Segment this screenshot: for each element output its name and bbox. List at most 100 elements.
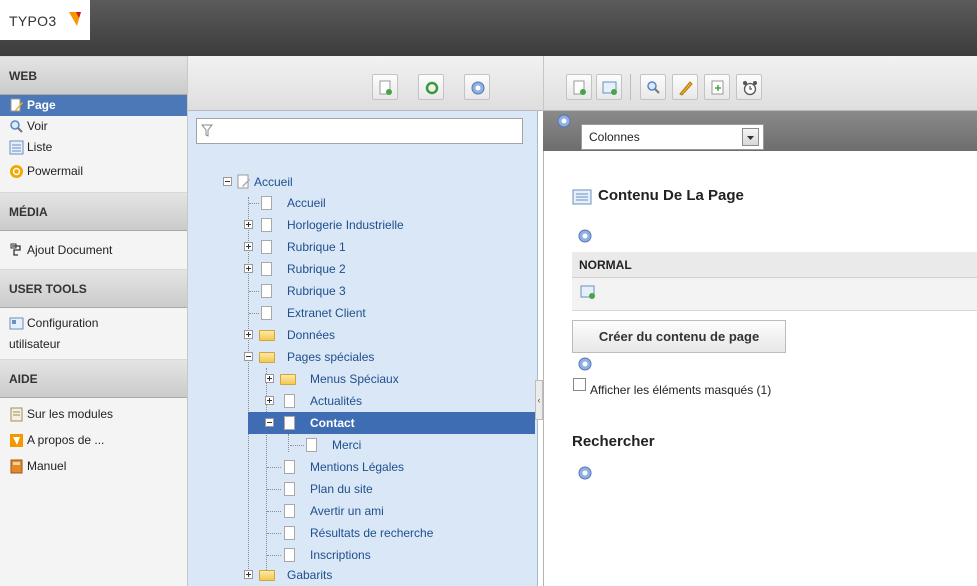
tree-item-mentions[interactable]: Mentions Légales	[262, 456, 482, 478]
module-item-label: Manuel	[27, 459, 67, 473]
view-button[interactable]	[640, 74, 666, 100]
tree-item-label: Accueil	[254, 175, 293, 189]
expand-icon[interactable]	[265, 396, 274, 405]
move-page-button[interactable]	[704, 74, 730, 100]
module-group-aide[interactable]: AIDE	[0, 359, 187, 398]
page-icon	[284, 460, 295, 474]
tree-item-label: Rubrique 3	[287, 284, 346, 298]
collapse-tree-handle[interactable]: ‹	[535, 380, 543, 420]
expand-icon[interactable]	[244, 330, 253, 339]
module-item-sur-les-modules[interactable]: Sur les modules	[0, 404, 187, 425]
page-icon	[284, 416, 295, 430]
page-icon	[261, 240, 272, 254]
tree-item-contact[interactable]: Contact	[248, 412, 535, 434]
page-title: Contenu De La Page	[598, 187, 744, 204]
tree-item-avertir[interactable]: Avertir un ami	[262, 500, 462, 522]
toolbar-separator	[630, 74, 631, 100]
tree-item-label: Horlogerie Industrielle	[287, 218, 404, 232]
tree-filter-input[interactable]	[196, 118, 523, 144]
tree-root[interactable]: Accueil	[220, 171, 420, 193]
refresh-tree-button[interactable]	[418, 74, 444, 100]
edit-button[interactable]	[672, 74, 698, 100]
tree-item-extranet[interactable]: Extranet Client	[241, 302, 441, 324]
new-page-button[interactable]	[372, 74, 398, 100]
tree-item-plan-du-site[interactable]: Plan du site	[262, 478, 462, 500]
tree-item-label: Gabarits	[287, 568, 333, 582]
column-label: NORMAL	[579, 258, 632, 272]
expand-icon[interactable]	[265, 374, 274, 383]
history-button[interactable]	[736, 74, 762, 100]
module-item-label: Voir	[27, 119, 48, 133]
help-icon[interactable]	[578, 466, 592, 480]
module-item-manuel[interactable]: Manuel	[0, 456, 187, 477]
tree-item-menus-speciaux[interactable]: Menus Spéciaux	[262, 368, 462, 390]
module-item-a-propos[interactable]: A propos de ...	[0, 430, 187, 451]
tree-item-inscriptions[interactable]: Inscriptions	[262, 544, 462, 566]
collapse-icon[interactable]	[244, 352, 253, 361]
module-item-voir[interactable]: Voir	[0, 116, 187, 137]
typo3-logo[interactable]: TYPO3	[0, 0, 90, 40]
tree-item-rubrique-1[interactable]: Rubrique 1	[241, 236, 441, 258]
page-icon	[306, 438, 317, 452]
show-hidden-label: Afficher les éléments masqués (1)	[590, 383, 772, 397]
collapse-icon[interactable]	[223, 177, 232, 186]
module-item-liste[interactable]: Liste	[0, 137, 187, 158]
move-page-icon	[711, 80, 724, 95]
help-icon	[471, 81, 485, 95]
tree-item-accueil[interactable]: Accueil	[241, 192, 441, 214]
content-toolbar	[543, 56, 977, 111]
typo3-logo-icon	[69, 12, 81, 26]
tree-item-pages-speciales[interactable]: Pages spéciales	[241, 346, 441, 368]
page-pencil-icon	[10, 98, 23, 112]
module-item-page[interactable]: Page	[0, 95, 187, 116]
tree-item-resultats[interactable]: Résultats de recherche	[262, 522, 502, 544]
tree-item-gabarits[interactable]: Gabarits	[241, 564, 441, 586]
column-select-value: Colonnes	[589, 130, 640, 144]
alarm-clock-icon	[743, 81, 757, 96]
tree-item-rubrique-2[interactable]: Rubrique 2	[241, 258, 441, 280]
tree-item-rubrique-3[interactable]: Rubrique 3	[241, 280, 441, 302]
expand-icon[interactable]	[244, 242, 253, 251]
page-icon	[261, 262, 272, 276]
help-icon[interactable]	[557, 114, 571, 128]
module-item-powermail[interactable]: Powermail	[0, 161, 187, 182]
folder-icon	[280, 374, 296, 385]
module-item-label: Page	[27, 98, 56, 112]
module-item-ajout-document[interactable]: Ajout Document	[0, 240, 187, 261]
tree-item-donnees[interactable]: Données	[241, 324, 441, 346]
create-content-button[interactable]: Créer du contenu de page	[572, 320, 786, 353]
expand-icon[interactable]	[244, 220, 253, 229]
help-icon[interactable]	[578, 229, 592, 243]
expand-icon[interactable]	[244, 264, 253, 273]
tree-item-actualites[interactable]: Actualités	[262, 390, 462, 412]
tree-item-label: Merci	[332, 438, 362, 452]
expand-icon[interactable]	[244, 570, 253, 579]
column-body	[572, 278, 977, 311]
show-hidden-checkbox[interactable]	[573, 378, 586, 391]
new-page-button-2[interactable]	[566, 74, 592, 100]
tree-item-horlogerie[interactable]: Horlogerie Industrielle	[241, 214, 491, 236]
tree-toolbar	[188, 56, 543, 111]
tree-item-label: Mentions Légales	[310, 460, 405, 474]
module-item-label: Ajout Document	[27, 243, 113, 257]
typo3-icon	[10, 434, 23, 447]
module-item-configuration[interactable]: Configuration utilisateur	[0, 313, 187, 355]
magnifier-icon	[10, 120, 23, 133]
help-button[interactable]	[464, 74, 490, 100]
module-group-media[interactable]: MÉDIA	[0, 192, 187, 231]
collapse-icon[interactable]	[265, 418, 274, 427]
tree-item-label: Inscriptions	[310, 548, 371, 562]
new-content-button[interactable]	[596, 74, 622, 100]
tree-item-label: Actualités	[310, 394, 363, 408]
module-item-label-line2: utilisateur	[9, 337, 61, 351]
module-group-web[interactable]: WEB	[0, 56, 187, 95]
chevron-down-icon[interactable]	[742, 128, 759, 146]
pencil-icon	[679, 81, 693, 96]
tree-item-merci[interactable]: Merci	[288, 434, 488, 456]
tree-item-label: Rubrique 1	[287, 240, 346, 254]
restricted-page-icon	[261, 306, 272, 320]
new-content-icon[interactable]	[580, 284, 596, 300]
help-icon[interactable]	[578, 357, 592, 371]
tree-item-label: Plan du site	[310, 482, 373, 496]
module-group-user-tools[interactable]: USER TOOLS	[0, 269, 187, 308]
